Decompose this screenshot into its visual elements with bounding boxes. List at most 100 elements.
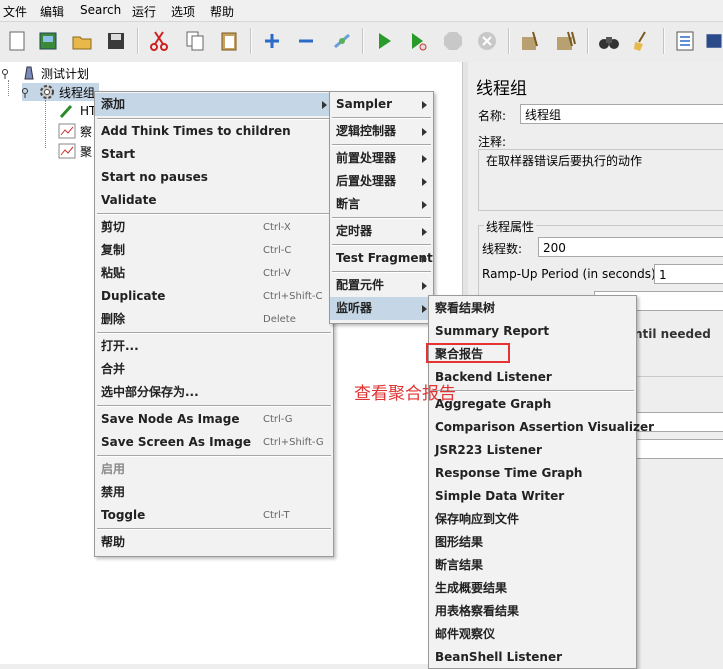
gear-icon [38, 84, 56, 100]
expand-all-icon[interactable] [258, 27, 286, 55]
tree-node-aggregate[interactable]: 聚 [58, 142, 92, 160]
toolbar [0, 22, 723, 63]
menu-item-start[interactable]: Start [95, 143, 333, 166]
tree-label: 察 [80, 124, 93, 139]
menu-item-delete[interactable]: 删除 Delete [95, 308, 333, 331]
menu-item-save-node-image[interactable]: Save Node As Image Ctrl-G [95, 408, 333, 431]
open-icon[interactable] [68, 27, 96, 55]
tree-node-view-results[interactable]: 察 [58, 122, 92, 140]
stop-icon[interactable] [439, 27, 467, 55]
reset-search-icon[interactable] [628, 27, 656, 55]
submenu-arrow-icon [422, 178, 427, 186]
rampup-field[interactable]: 1 [654, 264, 723, 284]
menu-item-start-no-pauses[interactable]: Start no pauses [95, 166, 333, 189]
menu-item-add[interactable]: 添加 [95, 93, 333, 116]
menu-item-assertion-results[interactable]: 断言结果 [429, 554, 636, 577]
menu-item-add-think-times[interactable]: Add Think Times to children [95, 120, 333, 143]
rampup-label: Ramp-Up Period (in seconds): [482, 267, 660, 281]
menu-item-disable[interactable]: 禁用 [95, 481, 333, 504]
menu-item-copy[interactable]: 复制 Ctrl-C [95, 239, 333, 262]
menu-item-jsr223-listener[interactable]: JSR223 Listener [429, 439, 636, 462]
menu-item-response-time-graph[interactable]: Response Time Graph [429, 462, 636, 485]
menu-item-mailer-visualizer[interactable]: 邮件观察仪 [429, 623, 636, 646]
save-icon[interactable] [102, 27, 130, 55]
menu-item-config-element[interactable]: 配置元件 [330, 274, 433, 297]
submenu-arrow-icon [422, 228, 427, 236]
expand-toggle-icon[interactable] [22, 87, 32, 98]
menu-item-enable: 启用 [101, 462, 126, 476]
comment-label: 注释: [478, 135, 507, 149]
start-icon[interactable] [370, 27, 398, 55]
menu-item-toggle[interactable]: Toggle Ctrl-T [95, 504, 333, 527]
clear-icon[interactable] [516, 27, 544, 55]
menu-item-generate-summary[interactable]: 生成概要结果 [429, 577, 636, 600]
tree-node-http-request[interactable]: HT [58, 102, 96, 120]
templates-icon[interactable] [34, 27, 62, 55]
paste-icon[interactable] [215, 27, 243, 55]
menu-item-merge[interactable]: 合并 [95, 358, 333, 381]
menu-edit[interactable]: 编辑 [40, 3, 64, 20]
error-action-label: 在取样器错误后要执行的动作 [484, 152, 645, 169]
menu-item-validate[interactable]: Validate [95, 189, 333, 212]
menu-item-duplicate[interactable]: Duplicate Ctrl+Shift-C [95, 285, 333, 308]
clear-all-icon[interactable] [552, 27, 580, 55]
menu-item-open[interactable]: 打开... [95, 335, 333, 358]
shutdown-icon[interactable] [473, 27, 501, 55]
menu-item-summary-report[interactable]: Summary Report [429, 320, 636, 343]
menu-item-save-responses[interactable]: 保存响应到文件 [429, 508, 636, 531]
menu-item-view-results-tree[interactable]: 察看结果树 [429, 297, 636, 320]
menu-item-paste[interactable]: 粘贴 Ctrl-V [95, 262, 333, 285]
menu-item-aggregate-graph[interactable]: Aggregate Graph [429, 393, 636, 416]
expand-toggle-icon[interactable] [2, 68, 12, 79]
menu-item-logic-controller[interactable]: 逻辑控制器 [330, 120, 433, 143]
until-needed-text: ntil needed [634, 327, 711, 341]
menu-item-save-screen-image[interactable]: Save Screen As Image Ctrl+Shift-G [95, 431, 333, 454]
menu-search[interactable]: Search [80, 3, 121, 17]
submenu-arrow-icon [322, 101, 327, 109]
submenu-arrow-icon [422, 282, 427, 290]
menu-options[interactable]: 选项 [171, 3, 195, 20]
menu-item-listener[interactable]: 监听器 [330, 297, 433, 320]
add-submenu: Sampler 逻辑控制器 前置处理器 后置处理器 断言 定时器 Test Fr… [329, 91, 434, 324]
submenu-arrow-icon [422, 101, 427, 109]
tree-label: 聚 [80, 144, 93, 159]
menu-item-sampler[interactable]: Sampler [330, 93, 433, 116]
collapse-all-icon[interactable] [292, 27, 320, 55]
menu-item-help[interactable]: 帮助 [95, 531, 333, 554]
menu-item-backend-listener[interactable]: Backend Listener [429, 366, 636, 389]
menu-item-timer[interactable]: 定时器 [330, 220, 433, 243]
menu-item-beanshell-listener[interactable]: BeanShell Listener [429, 646, 636, 669]
menu-item-post-processor[interactable]: 后置处理器 [330, 170, 433, 193]
menu-item-pre-processor[interactable]: 前置处理器 [330, 147, 433, 170]
name-field[interactable]: 线程组 [520, 104, 723, 124]
function-helper-icon[interactable] [671, 27, 699, 55]
thread-props-label: 线程属性 [484, 218, 537, 235]
menu-item-test-fragment[interactable]: Test Fragment [330, 247, 433, 270]
menu-item-comparison-assertion-visualizer[interactable]: Comparison Assertion Visualizer [429, 416, 654, 439]
start-no-pauses-icon[interactable] [404, 27, 432, 55]
cut-icon[interactable] [145, 27, 173, 55]
menu-run[interactable]: 运行 [132, 3, 156, 20]
menu-item-assertion[interactable]: 断言 [330, 193, 433, 216]
menu-bar: 文件 编辑 Search 运行 选项 帮助 [0, 0, 723, 22]
search-binoculars-icon[interactable] [595, 27, 623, 55]
menu-item-simple-data-writer[interactable]: Simple Data Writer [429, 485, 636, 508]
test-plan-icon [20, 65, 38, 81]
new-icon[interactable] [3, 27, 31, 55]
tree-node-test-plan[interactable]: 测试计划 [2, 64, 89, 82]
thread-count-field[interactable]: 200 [538, 237, 723, 257]
menu-help[interactable]: 帮助 [210, 3, 234, 20]
help-icon[interactable] [705, 27, 723, 55]
menu-item-save-selection[interactable]: 选中部分保存为... [95, 381, 333, 404]
menu-item-graph-results[interactable]: 图形结果 [429, 531, 636, 554]
menu-item-cut[interactable]: 剪切 Ctrl-X [95, 216, 333, 239]
copy-icon[interactable] [181, 27, 209, 55]
submenu-arrow-icon [422, 201, 427, 209]
menu-file[interactable]: 文件 [3, 3, 27, 20]
submenu-arrow-icon [422, 155, 427, 163]
panel-title: 线程组 [476, 79, 527, 99]
menu-item-view-results-table[interactable]: 用表格察看结果 [429, 600, 636, 623]
tree-node-thread-group[interactable]: 线程组 [22, 83, 100, 101]
toggle-icon[interactable] [328, 27, 356, 55]
graph-icon [58, 143, 76, 159]
